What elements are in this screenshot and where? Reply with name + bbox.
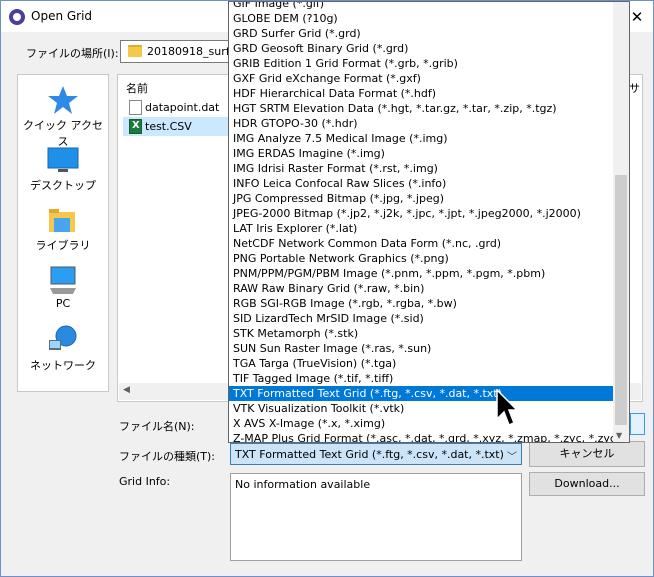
dropdown-option[interactable]: TGA Targa (TrueVision) (*.tga): [229, 356, 614, 371]
dropdown-option[interactable]: TIF Tagged Image (*.tif, *.tiff): [229, 371, 614, 386]
dropdown-option[interactable]: IMG ERDAS Imagine (*.img): [229, 146, 614, 161]
file-name: datapoint.dat: [145, 101, 220, 114]
place-network[interactable]: ネットワーク: [18, 319, 108, 377]
dropdown-option[interactable]: SUN Sun Raster Image (*.ras, *.sun): [229, 341, 614, 356]
column-header-name[interactable]: 名前: [126, 80, 148, 96]
dropdown-option[interactable]: SID LizardTech MrSID Image (*.sid): [229, 311, 614, 326]
dropdown-option[interactable]: Z-MAP Plus Grid Format (*.asc, *.dat, *.…: [229, 431, 614, 442]
dropdown-option[interactable]: RAW Raw Binary Grid (*.raw, *.bin): [229, 281, 614, 296]
dropdown-option[interactable]: IMG Idrisi Raster Format (*.rst, *.img): [229, 161, 614, 176]
dropdown-option[interactable]: GLOBE DEM (?10g): [229, 11, 614, 26]
file-row-selected[interactable]: test.CSV: [123, 117, 231, 136]
filetype-dropdown-list[interactable]: GIF Image (*.gif) GLOBE DEM (?10g) GRD Sur…: [228, 1, 630, 443]
file-name: test.CSV: [145, 120, 192, 133]
place-label: デスクトップ: [30, 179, 96, 192]
dropdown-option[interactable]: GIF Image (*.gif): [229, 2, 614, 11]
dropdown-option[interactable]: VTK Visualization Toolkit (*.vtk): [229, 401, 614, 416]
filetype-select[interactable]: TXT Formatted Text Grid (*.ftg, *.csv, *…: [230, 443, 522, 465]
dropdown-option-selected[interactable]: TXT Formatted Text Grid (*.ftg, *.csv, *…: [229, 386, 614, 401]
chevron-down-icon: ﹀: [507, 452, 517, 463]
dropdown-option[interactable]: IMG Analyze 7.5 Medical Image (*.img): [229, 131, 614, 146]
place-label: PC: [55, 297, 71, 310]
library-icon: [49, 209, 75, 232]
dropdown-option[interactable]: GRD Surfer Grid (*.grd): [229, 26, 614, 41]
app-icon: [9, 9, 25, 25]
dropdown-option[interactable]: RGB SGI-RGB Image (*.rgb, *.rgba, *.bw): [229, 296, 614, 311]
dropdown-option[interactable]: INFO Leica Confocal Raw Slices (*.info): [229, 176, 614, 191]
filetype-label: ファイルの種類(T):: [119, 450, 216, 463]
place-library[interactable]: ライブラリ: [18, 199, 108, 257]
location-folder: 20180918_surfer: [147, 45, 241, 58]
dropdown-option[interactable]: PNM/PPM/PGM/PBM Image (*.pnm, *.ppm, *.p…: [229, 266, 614, 281]
close-button[interactable]: ✕: [627, 7, 647, 27]
dropdown-option[interactable]: LAT Iris Explorer (*.lat): [229, 221, 614, 236]
filename-label: ファイル名(N):: [119, 420, 195, 433]
folder-icon: [128, 45, 142, 57]
dropdown-option[interactable]: HDF Hierarchical Data Format (*.hdf): [229, 86, 614, 101]
file-icon: [129, 100, 142, 115]
cancel-button[interactable]: キャンセル: [529, 441, 645, 467]
excel-csv-icon: [129, 119, 142, 134]
window-title: Open Grid: [31, 9, 93, 23]
dropdown-option[interactable]: STK Metamorph (*.stk): [229, 326, 614, 341]
place-pc[interactable]: PC: [18, 259, 108, 317]
gridinfo-text: No information available: [235, 478, 371, 491]
network-icon: [49, 325, 77, 350]
file-row[interactable]: datapoint.dat: [123, 98, 231, 117]
dropdown-option[interactable]: HGT SRTM Elevation Data (*.hgt, *.tar.gz…: [229, 101, 614, 116]
place-label: ライブラリ: [35, 239, 91, 252]
gridinfo-box: No information available: [230, 473, 522, 561]
place-quick-access[interactable]: クイック アクセス: [18, 79, 108, 148]
filetype-value: TXT Formatted Text Grid (*.ftg, *.csv, *…: [235, 448, 504, 461]
place-desktop[interactable]: デスクトップ: [18, 139, 108, 197]
column-header-size[interactable]: サ: [629, 80, 640, 96]
dropdown-option[interactable]: GXF Grid eXchange Format (*.gxf): [229, 71, 614, 86]
quick-access-star-icon: [48, 86, 78, 114]
open-button[interactable]: [630, 413, 645, 435]
download-button[interactable]: Download...: [529, 472, 645, 496]
gridinfo-label: Grid Info:: [119, 475, 171, 488]
dropdown-option[interactable]: JPG Compressed Bitmap (*.jpg, *.jpeg): [229, 191, 614, 206]
scroll-down-arrow-icon[interactable]: ▼: [616, 431, 622, 440]
dropdown-option[interactable]: HDR GTOPO-30 (*.hdr): [229, 116, 614, 131]
dropdown-option[interactable]: NetCDF Network Common Data Form (*.nc, .…: [229, 236, 614, 251]
dropdown-option[interactable]: PNG Portable Network Graphics (*.png): [229, 251, 614, 266]
mouse-cursor-icon: [496, 389, 518, 426]
desktop-icon: [47, 147, 79, 172]
places-bar: クイック アクセス デスクトップ ライブラリ PC ネットワーク: [17, 74, 109, 392]
pc-icon: [50, 266, 76, 294]
location-label: ファイルの場所(I):: [26, 47, 119, 60]
place-label: ネットワーク: [30, 359, 96, 372]
dropdown-option[interactable]: GRIB Edition 1 Grid Format (*.grb, *.gri…: [229, 56, 614, 71]
scrollbar-thumb[interactable]: [615, 175, 627, 425]
dropdown-option[interactable]: GRD Geosoft Binary Grid (*.grd): [229, 41, 614, 56]
open-grid-dialog: Open Grid ✕ ファイルの場所(I): 20180918_surfer …: [0, 0, 654, 577]
dropdown-scrollbar[interactable]: ▼: [613, 2, 629, 442]
scroll-left-arrow-icon[interactable]: ◀: [123, 385, 130, 395]
dropdown-option[interactable]: JPEG-2000 Bitmap (*.jp2, *.j2k, *.jpc, *…: [229, 206, 614, 221]
dropdown-option[interactable]: X AVS X-Image (*.x, *.ximg): [229, 416, 614, 431]
